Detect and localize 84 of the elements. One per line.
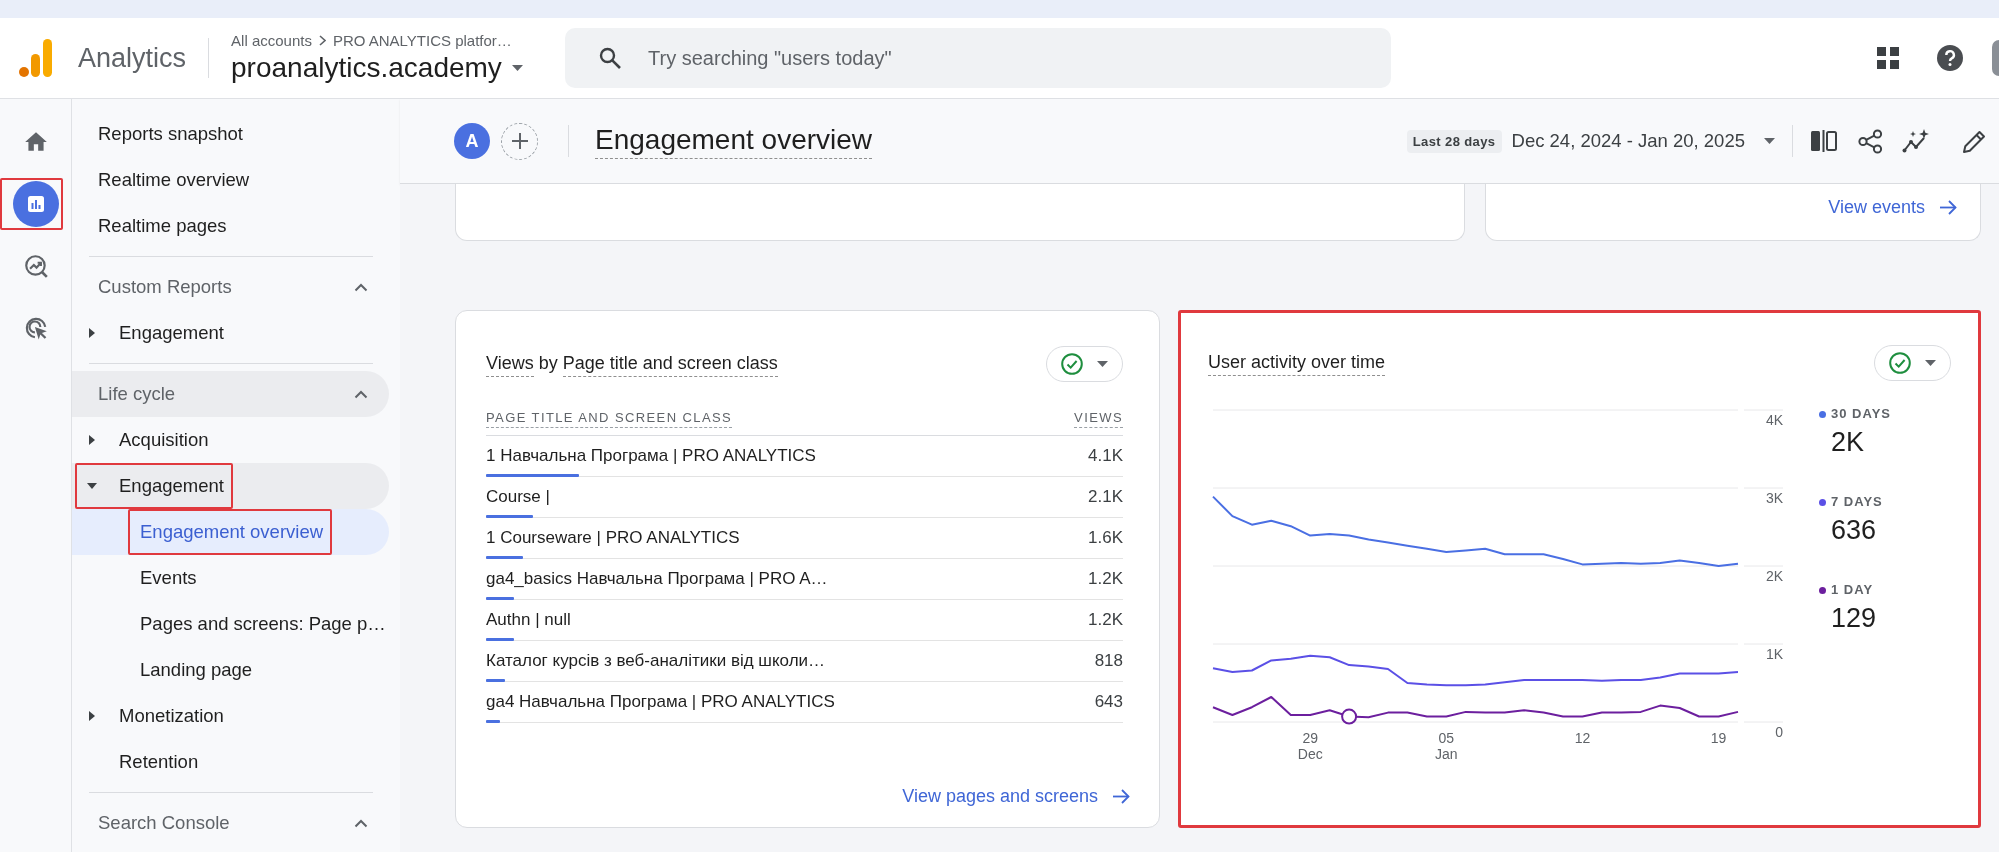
table-cell: Authn | null (486, 609, 571, 631)
nav-item[interactable]: Landing page (72, 647, 389, 693)
nav-item[interactable]: Events (72, 555, 389, 601)
column-header: VIEWS (1074, 410, 1123, 428)
nav-item[interactable]: Realtime overview (72, 157, 389, 203)
user-avatar[interactable]: A (454, 123, 490, 159)
search-icon (598, 46, 623, 70)
nav-group[interactable]: Engagement (72, 463, 389, 509)
x-axis-label: 12 (1574, 730, 1591, 746)
y-axis-label: 1K (1765, 646, 1783, 662)
search-input[interactable]: Try searching "users today" (648, 46, 1372, 70)
status-dropdown[interactable] (1046, 346, 1123, 382)
x-axis-label: 19 (1710, 730, 1727, 746)
table-cell: Course | (486, 486, 550, 508)
table-cell: Каталог курсів з веб-аналітики від школи… (486, 650, 826, 672)
nav-item[interactable]: Retention (72, 739, 389, 785)
legend-value: 2K (1831, 426, 1866, 459)
x-axis-label: 05 Jan (1435, 730, 1458, 762)
table-cell: 1.6K (1088, 527, 1123, 549)
table-cell: ga4_basics Навчальна Програма | PRO A… (486, 568, 828, 590)
help-icon[interactable] (1937, 45, 1963, 71)
plus-icon (511, 133, 528, 149)
pencil-icon[interactable] (1962, 128, 1987, 154)
nav-group[interactable]: Engagement (72, 310, 389, 356)
card-title-term[interactable]: Views (486, 351, 534, 377)
table-cell: 1.2K (1088, 568, 1123, 590)
table-cell: 1 Courseware | PRO ANALYTICS (486, 527, 740, 549)
y-axis-label: 4K (1765, 412, 1783, 428)
card-title-term[interactable]: User activity over time (1208, 350, 1386, 376)
column-header: PAGE TITLE AND SCREEN CLASS (486, 410, 733, 428)
caret-down-icon (1764, 138, 1775, 144)
caret-down-icon (511, 65, 523, 71)
y-axis-label: 0 (1775, 724, 1783, 740)
nav-item[interactable]: Engagement overview (72, 509, 389, 555)
property-selector[interactable]: proanalytics.academy (231, 52, 523, 84)
page-title: Engagement overview (595, 123, 873, 159)
card-title-term[interactable]: Page title and screen class (562, 351, 778, 377)
nav-item[interactable]: Reports snapshot (72, 111, 389, 157)
arrow-right-icon (1940, 200, 1957, 215)
nav-group[interactable]: Acquisition (72, 417, 389, 463)
rail-button[interactable] (0, 178, 63, 230)
legend-value: 129 (1831, 602, 1878, 635)
caret-down-icon (1097, 361, 1108, 367)
nav-section-header[interactable]: Custom Reports (72, 264, 389, 310)
bar-chart-logo-icon (19, 39, 52, 77)
share-icon[interactable] (1858, 128, 1883, 154)
chevron-right-icon (318, 35, 326, 46)
legend-label: 30 DAYS (1831, 405, 1891, 423)
table-cell: 1.2K (1088, 609, 1123, 631)
nav-group[interactable]: Monetization (72, 693, 389, 739)
columns-icon[interactable] (1810, 129, 1837, 153)
breadcrumb-link[interactable]: All accounts (231, 32, 312, 49)
table-cell: 1 Навчальна Програма | PRO ANALYTICS (486, 445, 816, 467)
view-events-link[interactable]: View events (1828, 197, 1957, 218)
arrow-right-icon (1113, 789, 1130, 804)
grid-icon[interactable] (1877, 47, 1899, 69)
nav-item[interactable]: Pages and screens: Page p… (72, 601, 389, 647)
legend-value: 636 (1831, 514, 1878, 547)
x-axis-label: 29 Dec (1297, 730, 1323, 762)
legend-label: 7 DAYS (1831, 493, 1883, 511)
view-pages-link[interactable]: View pages and screens (902, 786, 1130, 807)
caret-down-icon (1925, 360, 1936, 366)
table-cell: 818 (1094, 650, 1123, 672)
check-circle-icon (1889, 352, 1911, 374)
avatar-placeholder[interactable] (1992, 40, 1999, 76)
date-preset-label: Last 28 days (1406, 129, 1502, 153)
y-axis-label: 3K (1765, 490, 1783, 506)
nav-section-header[interactable]: Search Console (72, 800, 389, 846)
search-field[interactable]: Try searching "users today" (565, 28, 1392, 88)
legend-label: 1 DAY (1831, 581, 1874, 599)
sparkle-chart-icon[interactable] (1902, 128, 1931, 154)
table-cell: ga4 Навчальна Програма | PRO ANALYTICS (486, 691, 835, 713)
check-circle-icon (1061, 353, 1083, 375)
nav-section-header[interactable]: Life cycle (72, 371, 389, 417)
status-dropdown[interactable] (1874, 345, 1951, 381)
y-axis-label: 2K (1765, 568, 1783, 584)
table-cell: 643 (1094, 691, 1123, 713)
date-range-button[interactable]: Dec 24, 2024 - Jan 20, 2025 (1511, 130, 1775, 152)
product-name: Analytics (78, 42, 187, 74)
table-cell: 4.1K (1088, 445, 1123, 467)
nav-item[interactable]: Realtime pages (72, 203, 389, 249)
card-title-text: by (538, 351, 558, 375)
breadcrumb-link[interactable]: PRO ANALYTICS platfor… (332, 32, 512, 49)
table-cell: 2.1K (1088, 486, 1123, 508)
